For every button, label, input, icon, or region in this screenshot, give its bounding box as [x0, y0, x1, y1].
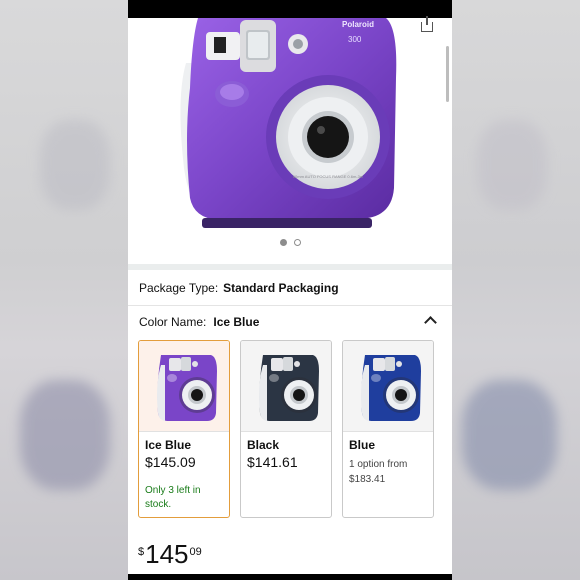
swatch-image [343, 341, 433, 432]
swatch-name: Ice Blue [145, 438, 192, 452]
model-number-text: 300 [348, 35, 362, 44]
gallery-dot-1[interactable] [279, 239, 287, 246]
gallery-dot-2[interactable] [293, 239, 301, 246]
swatch-camera-image [361, 355, 421, 421]
package-type-row: Package Type: Standard Packaging [128, 270, 452, 306]
phone-screen: 60mm AUTO FOCUS RANGE 0.6m-3m Polaroid 3… [128, 0, 452, 580]
swatch-image [241, 341, 331, 432]
brand-logo-text: Polaroid [342, 20, 374, 29]
swatch-stock-note: Only 3 left in stock. [145, 485, 201, 510]
status-bar [128, 0, 452, 18]
swatch-name: Black [247, 438, 280, 452]
price-display: $ 145 09 [138, 540, 202, 568]
swatch-camera-image [259, 355, 319, 421]
lens-ring-text: 60mm AUTO FOCUS RANGE 0.6m-3m [293, 174, 364, 179]
swatch-option-note: 1 option from $183.41 [349, 459, 408, 485]
color-swatches: Ice Blue $145.09 Only 3 left in stock. Blac… [138, 340, 434, 518]
scroll-indicator [446, 46, 449, 102]
color-swatch-2[interactable]: Black $141.61 [240, 340, 332, 518]
color-name-value: Ice Blue [213, 315, 260, 329]
swatch-price: $141.61 [247, 454, 298, 470]
color-name-label: Color Name: [139, 315, 207, 329]
gallery-pagination [128, 239, 452, 246]
price-fraction: 09 [189, 546, 202, 558]
bottom-bar [128, 574, 452, 580]
left-backdrop [0, 0, 128, 580]
package-type-label: Package Type: [139, 280, 219, 295]
product-image-gallery[interactable]: 60mm AUTO FOCUS RANGE 0.6m-3m Polaroid 3… [128, 16, 452, 264]
swatch-image [139, 341, 229, 432]
price-whole: 145 [145, 539, 189, 569]
share-icon[interactable] [421, 16, 433, 32]
right-backdrop [452, 0, 580, 580]
swatch-name: Blue [349, 438, 376, 452]
swatch-price: $145.09 [145, 454, 196, 470]
price-currency: $ [138, 546, 145, 558]
chevron-up-icon[interactable] [424, 316, 437, 329]
color-swatch-1[interactable]: Ice Blue $145.09 Only 3 left in stock. [138, 340, 230, 518]
color-name-row[interactable]: Color Name: Ice Blue [128, 306, 452, 338]
swatch-camera-image [157, 355, 217, 421]
product-camera-image: 60mm AUTO FOCUS RANGE 0.6m-3m Polaroid 3… [180, 18, 397, 228]
color-swatch-3[interactable]: Blue 1 option from $183.41 [342, 340, 434, 518]
package-type-value: Standard Packaging [223, 280, 339, 295]
